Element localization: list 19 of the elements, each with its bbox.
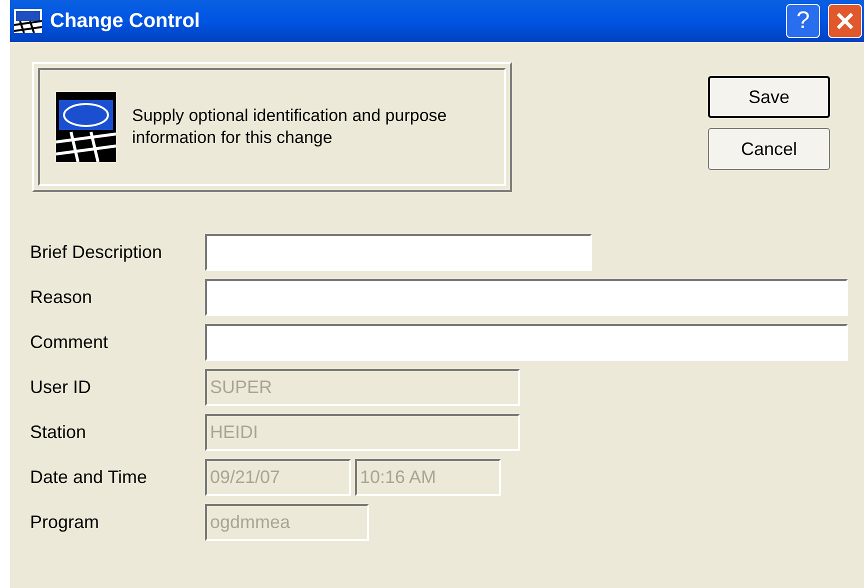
app-logo-icon bbox=[14, 9, 42, 33]
save-button[interactable]: Save bbox=[708, 76, 830, 118]
help-button[interactable]: ? bbox=[786, 4, 820, 38]
field-label: Comment bbox=[30, 331, 110, 354]
field-label: Brief Description bbox=[30, 241, 164, 264]
input-field[interactable] bbox=[205, 279, 848, 316]
cancel-button[interactable]: Cancel bbox=[708, 128, 830, 170]
info-text: Supply optional identification and purpose information for this change bbox=[132, 105, 448, 149]
logo-icon bbox=[56, 92, 116, 162]
field-label: Station bbox=[30, 421, 88, 444]
close-icon bbox=[836, 12, 854, 30]
close-button[interactable] bbox=[828, 4, 862, 38]
input-field[interactable] bbox=[205, 234, 592, 271]
window-title: Change Control bbox=[50, 9, 201, 34]
field-label: User ID bbox=[30, 376, 92, 399]
input-field[interactable] bbox=[205, 324, 848, 361]
field-label: Program bbox=[30, 511, 100, 534]
field-label: Date and Time bbox=[30, 466, 148, 489]
field-label: Reason bbox=[30, 286, 94, 309]
